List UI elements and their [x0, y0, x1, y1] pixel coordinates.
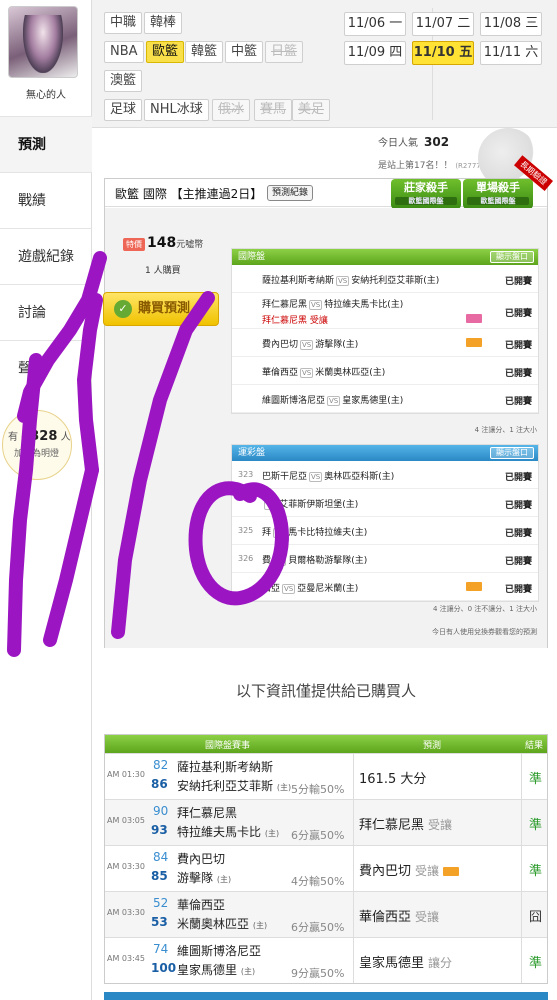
lottery-panel: 運彩盤 顯示盤口 323 巴斯干尼亞 VS 奧林匹亞科斯(主) 已開賽 VS 艾菲斯伊斯坦堡…: [231, 444, 539, 602]
date-1106[interactable]: 11/06 一: [344, 12, 406, 36]
league-chip-cbl[interactable]: 中籃: [225, 41, 264, 63]
table-row: AM 03:45 74 100 維圖斯博洛尼亞 皇家馬德里 (主) 9分贏50%…: [105, 937, 547, 983]
league-chip-jbl: 日籃: [265, 41, 304, 63]
buyer-count: 1 人購買: [145, 266, 181, 276]
league-chip-horse: 賽馬: [254, 99, 293, 121]
league-chip-kbl[interactable]: 韓籃: [185, 41, 224, 63]
prediction-record-button[interactable]: 預測紀錄: [267, 185, 314, 201]
cart-icon: ✓: [114, 300, 132, 318]
popularity: 今日人氣 302: [378, 135, 450, 149]
like-count: 有 4328 人: [8, 429, 71, 444]
card-body: 特價 148元噓幣 1 人購買 ✓ 購買預測 國際盤 顯示盤口 薩拉基利斯考納斯 VS…: [103, 208, 547, 648]
league-chip-kbo[interactable]: 韓棒: [144, 12, 183, 34]
card-title: 歐籃 國際 【主推連過2日】: [115, 187, 263, 201]
banker-killer-badge: 莊家殺手 歐籃國際盤: [391, 179, 461, 209]
intl-row: 拜仁慕尼黑 VS 特拉維夫馬卡比(主) 拜仁慕尼黑 受讓 已開賽: [232, 293, 538, 329]
sale-tag: 特價: [123, 238, 145, 251]
like-subtitle: 加我為明燈: [14, 449, 60, 459]
lottery-row: 西亞 VS 亞曼尼米蘭(主) 已開賽: [232, 573, 538, 601]
league-chip-nhl[interactable]: NHL冰球: [144, 99, 209, 121]
tag-icon: [466, 338, 482, 347]
sidebar-item-game-log[interactable]: 遊戲紀錄: [0, 228, 92, 284]
exchange-note: 今日有人使用兌換券觀看您的預測: [432, 628, 537, 636]
league-chip-cpbl[interactable]: 中職: [104, 12, 143, 34]
intl-row: 薩拉基利斯考納斯 VS 安納托利亞艾菲斯(主) 已開賽: [232, 265, 538, 293]
intl-panel-header: 國際盤 顯示盤口: [232, 249, 538, 265]
card-header: 歐籃 國際 【主推連過2日】 預測紀錄 莊家殺手 歐籃國際盤 單場殺手 歐籃國際盤 …: [105, 155, 553, 209]
table-row: AM 03:05 90 93 拜仁慕尼黑 特拉維夫馬卡比 (主) 6分贏50% …: [105, 799, 547, 845]
price: 148元噓幣: [147, 235, 204, 251]
league-chip-khl: 俄冰: [212, 99, 251, 121]
tag-icon: [443, 867, 460, 876]
lottery-panel-header: 運彩盤 顯示盤口: [232, 445, 538, 461]
league-chip-nbl[interactable]: 澳籃: [104, 70, 143, 92]
username: 無心的人: [26, 90, 66, 101]
intl-row: 華倫西亞 VS 米蘭奧林匹亞(主) 已開賽: [232, 357, 538, 385]
intl-row: 維圖斯博洛尼亞 VS 皇家馬德里(主) 已開賽: [232, 385, 538, 413]
buy-prediction-button[interactable]: ✓ 購買預測: [103, 292, 219, 326]
league-chip-nba[interactable]: NBA: [104, 41, 144, 63]
sidebar: 無心的人 預測 戰績 遊戲紀錄 討論 聲 有 4328 人 加我為明燈: [0, 0, 92, 1000]
app-root: 無心的人 預測 戰績 遊戲紀錄 討論 聲 有 4328 人 加我為明燈 中職 韓…: [0, 0, 557, 1000]
sidebar-item-voice[interactable]: 聲: [0, 340, 92, 396]
league-chip-soccer[interactable]: 足球: [104, 99, 143, 121]
table-row: AM 01:30 82 86 薩拉基利斯考納斯 安納托利亞艾菲斯 (主) 5分輸…: [105, 753, 547, 799]
bulb-icon[interactable]: [2, 410, 72, 480]
date-1107[interactable]: 11/07 二: [412, 12, 474, 36]
site-rank: 是站上第17名！！ (R2777A): [378, 161, 489, 171]
intl-footer: 4 注讓分、1 注大小: [474, 426, 537, 434]
league-date-nav: 中職 韓棒 NBA 歐籃 韓籃 中籃 日籃 澳籃 足球 NHL冰球 俄冰 賽馬 …: [92, 0, 557, 128]
league-chip-nfl: 美足: [292, 99, 331, 121]
table-row: AM 03:30 52 53 華倫西亞 米蘭奧林匹亞 (主) 6分贏50% 華倫…: [105, 891, 547, 937]
hot-tag-icon: [466, 314, 482, 323]
avatar[interactable]: [8, 6, 78, 78]
date-1109[interactable]: 11/09 四: [344, 41, 406, 65]
show-odds-button[interactable]: 顯示盤口: [490, 251, 534, 263]
date-1110[interactable]: 11/10 五: [412, 41, 474, 65]
date-1108[interactable]: 11/08 三: [480, 12, 542, 36]
intl-row: 費內巴切 VS 游擊隊(主) 已開賽: [232, 329, 538, 357]
date-1111[interactable]: 11/11 六: [480, 41, 542, 65]
lottery-row: 325 拜 VS 馬卡比特拉維夫(主) 已開賽: [232, 517, 538, 545]
intl-panel: 國際盤 顯示盤口 薩拉基利斯考納斯 VS 安納托利亞艾菲斯(主) 已開賽 拜仁慕尼黑 VS…: [231, 248, 539, 414]
league-chip-euro-basketball[interactable]: 歐籃: [146, 41, 185, 63]
lottery-row: 323 巴斯干尼亞 VS 奧林匹亞科斯(主) 已開賽: [232, 461, 538, 489]
sidebar-item-prediction[interactable]: 預測: [0, 116, 92, 172]
lottery-row: 326 費 VS 貝爾格勒游擊隊(主) 已開賽: [232, 545, 538, 573]
table-header: 國際盤賽事 預測 結果: [105, 735, 547, 753]
show-odds-button[interactable]: 顯示盤口: [490, 447, 534, 459]
sidebar-item-discussion[interactable]: 討論: [0, 284, 92, 340]
lottery-footer: 4 注讓分、0 注不讓分、1 注大小: [432, 605, 537, 613]
single-killer-badge: 單場殺手 歐籃國際盤: [463, 179, 533, 209]
prediction-card: 歐籃 國際 【主推連過2日】 預測紀錄 莊家殺手 歐籃國際盤 單場殺手 歐籃國際盤 …: [103, 155, 553, 648]
purchased-subtitle: 以下資訊僅提供給已購買人: [235, 682, 416, 700]
lottery-row: VS 艾菲斯伊斯坦堡(主) 已開賽: [232, 489, 538, 517]
sidebar-item-record[interactable]: 戰績: [0, 172, 92, 228]
footer-bar: [104, 992, 548, 1000]
table-row: AM 03:30 84 85 費內巴切 游擊隊 (主) 4分輸50% 費內巴切受…: [105, 845, 547, 891]
tag-icon: [466, 582, 482, 591]
purchased-table: 國際盤賽事 預測 結果 AM 01:30 82 86 薩拉基利斯考納斯 安納托利…: [104, 734, 548, 984]
